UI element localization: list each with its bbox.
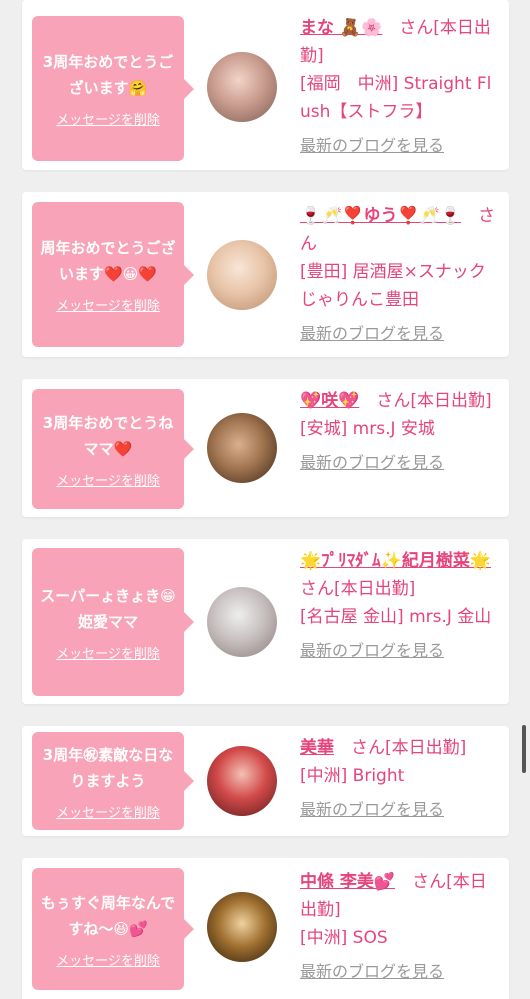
message-text: スーパーょきょき😁姫愛ママ bbox=[40, 586, 176, 631]
girl-info: 🌟ﾌﾟﾘﾏﾀﾞﾑ✨紀月樹菜🌟 さん[本日出勤] [名古屋 金山] mrs.J 金… bbox=[300, 547, 500, 665]
honorific: さん bbox=[412, 872, 447, 892]
message-bubble: スーパーょきょき😁姫愛ママ メッセージを削除 bbox=[32, 548, 194, 696]
honorific: さん bbox=[351, 738, 385, 758]
girl-name-link[interactable]: 🌟ﾌﾟﾘﾏﾀﾞﾑ✨紀月樹菜🌟 bbox=[300, 551, 491, 571]
message-card: 3周年㊗素敵な日なりますよう メッセージを削除 美華 さん[本日出勤] [中洲]… bbox=[22, 726, 509, 836]
girl-name-link[interactable]: 🍷🥂❣️ゆう❣️🥂🍷 bbox=[300, 206, 461, 226]
delete-message-link[interactable]: メッセージを削除 bbox=[56, 950, 160, 969]
message-card: もぅすぐ周年なんですね〜😆💕 メッセージを削除 中條 李美💕 さん[本日出勤] … bbox=[22, 858, 509, 999]
message-text: 周年おめでとうございます❤️😀❤️ bbox=[40, 239, 176, 283]
girl-name-link[interactable]: 💖咲💖 bbox=[300, 391, 359, 411]
scrollbar[interactable] bbox=[522, 725, 526, 773]
delete-message-link[interactable]: メッセージを削除 bbox=[56, 109, 160, 128]
avatar[interactable] bbox=[207, 240, 277, 310]
message-card: スーパーょきょき😁姫愛ママ メッセージを削除 🌟ﾌﾟﾘﾏﾀﾞﾑ✨紀月樹菜🌟 さん… bbox=[22, 539, 509, 704]
latest-blog-link[interactable]: 最新のブログを見る bbox=[300, 132, 444, 160]
avatar[interactable] bbox=[207, 587, 277, 657]
avatar[interactable] bbox=[207, 413, 277, 483]
latest-blog-link[interactable]: 最新のブログを見る bbox=[300, 796, 444, 824]
shop-name: [中洲] Bright bbox=[300, 766, 405, 786]
girl-info: 🍷🥂❣️ゆう❣️🥂🍷 さん [豊田] 居酒屋×スナック じゃりんこ豊田 最新のブ… bbox=[300, 202, 500, 348]
avatar[interactable] bbox=[207, 892, 277, 962]
girl-name-link[interactable]: 美華 bbox=[300, 738, 334, 758]
girl-name-link[interactable]: 中條 李美💕 bbox=[300, 872, 395, 892]
delete-message-link[interactable]: メッセージを削除 bbox=[56, 643, 160, 662]
message-bubble: 3周年㊗素敵な日なりますよう メッセージを削除 bbox=[32, 732, 194, 830]
message-card: 3周年おめでとうねママ❤️ メッセージを削除 💖咲💖 さん[本日出勤] [安城]… bbox=[22, 379, 509, 517]
latest-blog-link[interactable]: 最新のブログを見る bbox=[300, 637, 444, 665]
shop-name: [安城] mrs.J 安城 bbox=[300, 419, 435, 439]
girl-info: まな 🧸🌸 さん[本日出勤] [福岡 中洲] Straight Flush【スト… bbox=[300, 14, 500, 160]
honorific: さん bbox=[300, 579, 334, 599]
avatar[interactable] bbox=[207, 746, 277, 816]
message-text: 3周年おめでとうねママ❤️ bbox=[42, 413, 174, 458]
message-bubble: もぅすぐ周年なんですね〜😆💕 メッセージを削除 bbox=[32, 868, 194, 990]
girl-info: 💖咲💖 さん[本日出勤] [安城] mrs.J 安城 最新のブログを見る bbox=[300, 387, 500, 477]
honorific: さん bbox=[399, 18, 434, 38]
message-bubble: 3周年おめでとうねママ❤️ メッセージを削除 bbox=[32, 389, 194, 509]
message-bubble: 周年おめでとうございます❤️😀❤️ メッセージを削除 bbox=[32, 202, 194, 347]
shop-name: [名古屋 金山] mrs.J 金山 bbox=[300, 607, 492, 627]
shop-name: [豊田] 居酒屋×スナック じゃりんこ豊田 bbox=[300, 262, 486, 310]
honorific: さん bbox=[376, 391, 411, 411]
message-text: 3周年おめでとうございます🤗 bbox=[42, 53, 174, 97]
girl-info: 中條 李美💕 さん[本日出勤] [中洲] SOS 最新のブログを見る bbox=[300, 868, 500, 986]
message-text: 3周年㊗素敵な日なりますよう bbox=[42, 745, 174, 790]
message-bubble: 3周年おめでとうございます🤗 メッセージを削除 bbox=[32, 16, 194, 161]
latest-blog-link[interactable]: 最新のブログを見る bbox=[300, 449, 444, 477]
girl-name-link[interactable]: まな 🧸🌸 bbox=[300, 18, 382, 38]
avatar[interactable] bbox=[207, 52, 277, 122]
message-card: 周年おめでとうございます❤️😀❤️ メッセージを削除 🍷🥂❣️ゆう❣️🥂🍷 さん… bbox=[22, 192, 509, 357]
delete-message-link[interactable]: メッセージを削除 bbox=[56, 802, 160, 821]
message-card: 3周年おめでとうございます🤗 メッセージを削除 まな 🧸🌸 さん[本日出勤] [… bbox=[22, 0, 509, 170]
attendance-status: [本日出勤] bbox=[334, 579, 416, 599]
message-text: もぅすぐ周年なんですね〜😆💕 bbox=[40, 893, 176, 938]
attendance-status: [本日出勤] bbox=[410, 391, 492, 411]
attendance-status: [本日出勤] bbox=[385, 738, 467, 758]
latest-blog-link[interactable]: 最新のブログを見る bbox=[300, 958, 444, 986]
shop-name: [中洲] SOS bbox=[300, 928, 388, 948]
girl-info: 美華 さん[本日出勤] [中洲] Bright 最新のブログを見る bbox=[300, 734, 500, 824]
delete-message-link[interactable]: メッセージを削除 bbox=[56, 470, 160, 489]
shop-name: [福岡 中洲] Straight Flush【ストフラ】 bbox=[300, 74, 492, 122]
delete-message-link[interactable]: メッセージを削除 bbox=[56, 295, 160, 314]
latest-blog-link[interactable]: 最新のブログを見る bbox=[300, 320, 444, 348]
